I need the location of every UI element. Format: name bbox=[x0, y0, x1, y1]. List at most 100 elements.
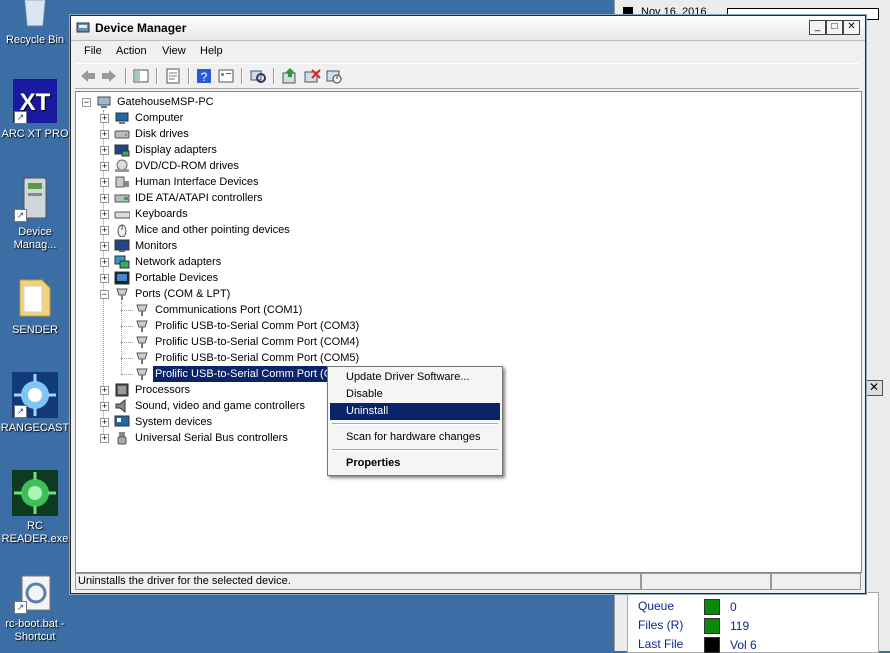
batch-file-icon: ↗ bbox=[12, 574, 58, 614]
title-bar[interactable]: Device Manager _ □ ✕ bbox=[71, 16, 865, 41]
properties-icon[interactable] bbox=[164, 67, 182, 85]
disk-drive-icon bbox=[114, 130, 130, 139]
close-button[interactable]: ✕ bbox=[843, 20, 860, 35]
desktop-icon-sender[interactable]: SENDER bbox=[0, 274, 70, 337]
sound-icon bbox=[115, 399, 126, 413]
maximize-button[interactable]: □ bbox=[826, 20, 843, 35]
expand-icon[interactable]: + bbox=[100, 434, 109, 443]
expand-icon[interactable]: + bbox=[100, 146, 109, 155]
mouse-icon bbox=[117, 224, 127, 237]
shortcut-arrow-icon: ↗ bbox=[14, 601, 27, 614]
menu-help[interactable]: Help bbox=[200, 45, 223, 57]
tree-item-label: Prolific USB-to-Serial Comm Port (COM5) bbox=[155, 352, 360, 364]
tree-item-label: Prolific USB-to-Serial Comm Port (COM4) bbox=[155, 336, 360, 348]
collapse-icon[interactable]: − bbox=[100, 290, 109, 299]
close-button[interactable]: ✕ bbox=[865, 380, 883, 396]
update-driver-icon[interactable] bbox=[281, 67, 299, 85]
tree-line bbox=[121, 342, 133, 343]
desktop-icon-label: rc-boot.bat - Shortcut bbox=[5, 618, 65, 643]
status-led bbox=[704, 618, 720, 634]
minimize-button[interactable]: _ bbox=[809, 20, 826, 35]
window-title: Device Manager bbox=[95, 21, 187, 35]
usb-icon bbox=[117, 432, 127, 445]
row-label: Last File bbox=[638, 637, 684, 652]
menu-uninstall[interactable]: Uninstall bbox=[330, 403, 500, 420]
tree-line bbox=[121, 326, 133, 327]
row-value: Vol 6 bbox=[730, 638, 757, 652]
port-icon bbox=[136, 304, 148, 316]
menu-scan-hardware[interactable]: Scan for hardware changes bbox=[330, 429, 500, 446]
folder-icon bbox=[12, 274, 58, 320]
ide-controller-icon bbox=[114, 194, 130, 203]
menu-action[interactable]: Action bbox=[116, 45, 147, 57]
tree-item-label: Universal Serial Bus controllers bbox=[135, 432, 288, 444]
expand-icon[interactable]: + bbox=[100, 210, 109, 219]
status-segment bbox=[641, 573, 771, 590]
shortcut-arrow-icon: ↗ bbox=[14, 209, 27, 222]
status-text: Uninstalls the driver for the selected d… bbox=[78, 575, 291, 587]
expand-icon[interactable]: + bbox=[100, 418, 109, 427]
desktop-icon-arc-xt-pro[interactable]: XT ↗ ARC XT PRO bbox=[0, 78, 70, 141]
desktop-icon-rc-boot[interactable]: ↗ rc-boot.bat - Shortcut bbox=[0, 574, 70, 644]
tree-item-label: Display adapters bbox=[135, 144, 217, 156]
keyboard-icon bbox=[114, 211, 130, 219]
expand-icon[interactable]: + bbox=[100, 242, 109, 251]
dvd-drive-icon bbox=[115, 159, 129, 172]
device-tree[interactable]: − GatehouseMSP-PC + Computer + Disk driv… bbox=[75, 91, 862, 573]
monitor-icon bbox=[114, 239, 130, 252]
expand-icon[interactable]: + bbox=[100, 258, 109, 267]
forward-icon[interactable] bbox=[100, 67, 118, 85]
tree-item-label: Monitors bbox=[135, 240, 178, 252]
menu-properties[interactable]: Properties bbox=[330, 455, 500, 472]
desktop-icon-device-manager[interactable]: ↗ Device Manag... bbox=[0, 176, 70, 252]
expand-icon[interactable]: + bbox=[100, 226, 109, 235]
toolbar-separator bbox=[273, 68, 275, 84]
portable-device-icon bbox=[114, 271, 130, 285]
device-manager-window: Device Manager _ □ ✕ File Action View He… bbox=[70, 15, 866, 594]
desktop-icon-label: SENDER bbox=[12, 324, 58, 336]
toolbar-separator bbox=[241, 68, 243, 84]
help-icon[interactable]: ? bbox=[195, 67, 213, 85]
menu-view[interactable]: View bbox=[162, 45, 186, 57]
desktop-icon-label: RANGECAST bbox=[0, 422, 70, 434]
computer-icon bbox=[115, 112, 129, 124]
desktop-icon-rc-reader[interactable]: RC READER.exe bbox=[0, 470, 70, 546]
menu-update-driver[interactable]: Update Driver Software... bbox=[330, 369, 500, 386]
desktop-icon-label: Recycle Bin bbox=[5, 34, 65, 46]
expand-icon[interactable]: + bbox=[100, 178, 109, 187]
rangecast-icon: ↗ bbox=[12, 372, 58, 418]
view-icon[interactable] bbox=[217, 67, 235, 85]
row-label: Files (R) bbox=[638, 618, 684, 633]
expand-icon[interactable]: + bbox=[100, 274, 109, 283]
disable-icon[interactable] bbox=[325, 67, 343, 85]
desktop-icon-recycle-bin[interactable]: Recycle Bin bbox=[0, 0, 70, 47]
properties-pane-icon[interactable] bbox=[132, 67, 150, 85]
menu-item-label: Disable bbox=[346, 388, 383, 400]
expand-icon[interactable]: + bbox=[100, 402, 109, 411]
processor-icon bbox=[115, 383, 129, 397]
tree-line bbox=[121, 358, 133, 359]
expand-icon[interactable]: + bbox=[100, 386, 109, 395]
tree-item-label: Computer bbox=[135, 112, 184, 124]
menu-disable[interactable]: Disable bbox=[330, 386, 500, 403]
collapse-icon[interactable]: − bbox=[82, 98, 91, 107]
scan-hardware-icon[interactable] bbox=[249, 67, 267, 85]
desktop-icon-rangecast[interactable]: ↗ RANGECAST bbox=[0, 372, 70, 435]
expand-icon[interactable]: + bbox=[100, 130, 109, 139]
expand-icon[interactable]: + bbox=[100, 162, 109, 171]
menu-separator bbox=[332, 449, 498, 451]
menu-item-label: Properties bbox=[346, 457, 401, 469]
tree-line bbox=[121, 302, 122, 374]
desktop-icon-label: RC READER.exe bbox=[1, 520, 69, 545]
back-icon[interactable] bbox=[79, 67, 97, 85]
expand-icon[interactable]: + bbox=[100, 194, 109, 203]
tree-item-label: Processors bbox=[135, 384, 191, 396]
uninstall-icon[interactable] bbox=[303, 67, 321, 85]
tree-item-label: Prolific USB-to-Serial Comm Port (COM3) bbox=[155, 320, 360, 332]
svg-text:?: ? bbox=[201, 70, 208, 84]
tree-root-label: GatehouseMSP-PC bbox=[117, 96, 214, 108]
hid-icon bbox=[115, 176, 129, 188]
menu-file[interactable]: File bbox=[84, 45, 102, 57]
port-icon bbox=[136, 336, 148, 348]
expand-icon[interactable]: + bbox=[100, 114, 109, 123]
